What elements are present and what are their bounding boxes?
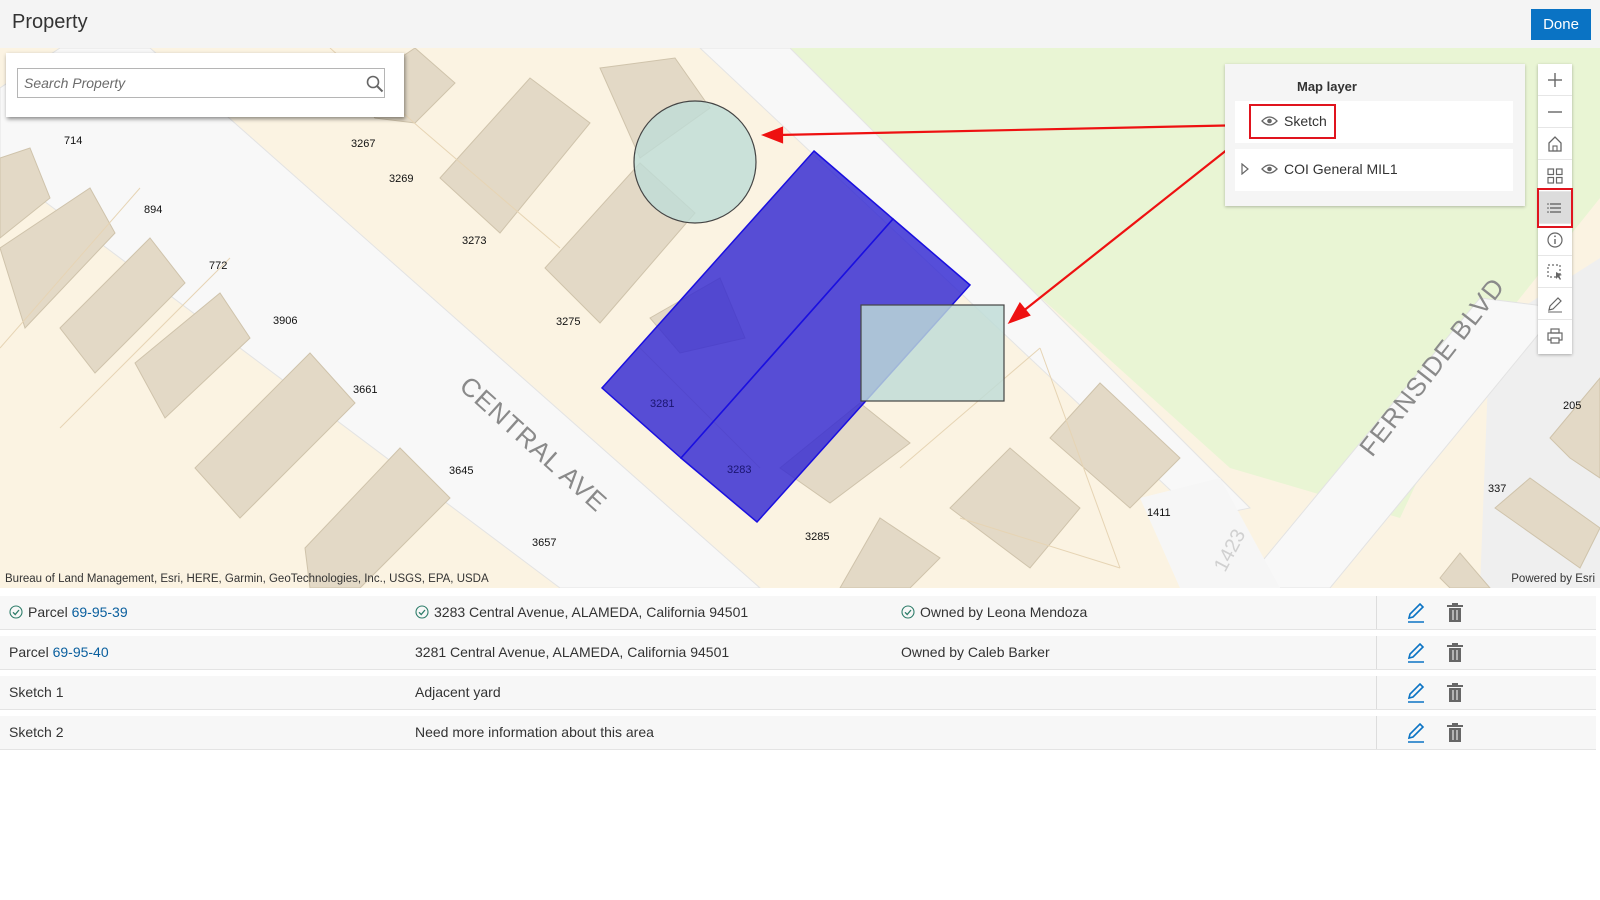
delete-trash-icon[interactable] xyxy=(1444,722,1466,744)
row-col1: Parcel 69-95-40 xyxy=(9,644,109,660)
layer-panel-title: Map layer xyxy=(1297,79,1357,94)
row-description: Need more information about this area xyxy=(415,724,654,740)
row-divider xyxy=(1376,676,1377,709)
parcel-label: 3275 xyxy=(556,316,580,328)
row-address: 3283 Central Avenue, ALAMEDA, California… xyxy=(434,604,749,620)
home-icon xyxy=(1548,135,1562,152)
parcel-label: 337 xyxy=(1488,483,1506,495)
search-input[interactable] xyxy=(17,68,385,98)
delete-trash-icon[interactable] xyxy=(1444,642,1466,664)
row-type-label: Sketch 1 xyxy=(9,684,64,700)
parcel-label: 3269 xyxy=(389,173,413,185)
check-circle-icon xyxy=(901,605,915,619)
parcel-label: 3906 xyxy=(273,315,297,327)
chevron-right-icon[interactable] xyxy=(1241,163,1249,175)
table-row[interactable]: Parcel 69-95-40 3281 Central Avenue, ALA… xyxy=(0,636,1596,670)
eye-icon[interactable] xyxy=(1261,163,1278,175)
row-type-label: Parcel xyxy=(28,604,72,620)
parcel-label: 3283 xyxy=(727,464,751,476)
row-address: 3281 Central Avenue, ALAMEDA, California… xyxy=(415,644,730,660)
parcel-label: 3285 xyxy=(805,531,829,543)
info-button[interactable] xyxy=(1538,224,1572,256)
row-col3: Owned by Leona Mendoza xyxy=(901,604,1087,620)
row-owner: Owned by Caleb Barker xyxy=(901,644,1050,660)
edit-pencil-icon[interactable] xyxy=(1405,682,1427,704)
parcel-link[interactable]: 69-95-39 xyxy=(72,604,128,620)
row-type-label: Parcel xyxy=(9,644,53,660)
parcel-label: 894 xyxy=(144,204,162,216)
row-divider xyxy=(1376,716,1377,749)
edit-pencil-icon[interactable] xyxy=(1405,642,1427,664)
row-col2: 3283 Central Avenue, ALAMEDA, California… xyxy=(415,604,748,620)
parcel-label: 3657 xyxy=(532,537,556,549)
highlight-box-layer-list xyxy=(1537,188,1573,228)
table-row[interactable]: Parcel 69-95-39 3283 Central Avenue, ALA… xyxy=(0,596,1596,630)
row-owner: Owned by Leona Mendoza xyxy=(920,604,1088,620)
row-col1: Parcel 69-95-39 xyxy=(9,604,128,620)
row-type-label: Sketch 2 xyxy=(9,724,64,740)
parcel-label: 205 xyxy=(1563,400,1581,412)
sketch-rectangle-shape[interactable] xyxy=(860,304,1005,402)
basemap-gallery-icon xyxy=(1547,167,1563,184)
check-circle-icon xyxy=(9,605,23,619)
print-button[interactable] xyxy=(1538,320,1572,352)
parcel-label: 772 xyxy=(209,260,227,272)
search-panel xyxy=(6,53,404,117)
parcel-label: 3267 xyxy=(351,138,375,150)
layer-item-coi-general[interactable]: COI General MIL1 xyxy=(1235,149,1513,191)
home-button[interactable] xyxy=(1538,128,1572,160)
powered-by-esri[interactable]: Powered by Esri xyxy=(1475,573,1600,585)
done-button[interactable]: Done xyxy=(1531,9,1591,40)
parcel-label: 3273 xyxy=(462,235,486,247)
zoom-in-button[interactable] xyxy=(1538,64,1572,96)
check-circle-icon xyxy=(415,605,429,619)
print-icon xyxy=(1547,328,1563,344)
layer-label: COI General MIL1 xyxy=(1284,161,1398,177)
edit-pencil-icon[interactable] xyxy=(1405,602,1427,624)
parcel-link[interactable]: 69-95-40 xyxy=(53,644,109,660)
app-header: Property Done xyxy=(0,0,1600,49)
zoom-out-button[interactable] xyxy=(1538,96,1572,128)
row-divider xyxy=(1376,596,1377,629)
edit-pencil-icon[interactable] xyxy=(1405,722,1427,744)
page-title: Property xyxy=(12,11,88,33)
sketch-button[interactable] xyxy=(1538,288,1572,320)
map-attribution: Bureau of Land Management, Esri, HERE, G… xyxy=(5,573,489,585)
parcel-label: 3661 xyxy=(353,384,377,396)
zoom-in-icon xyxy=(1548,72,1562,87)
sketch-pencil-icon xyxy=(1548,296,1562,312)
table-row[interactable]: Sketch 2 Need more information about thi… xyxy=(0,716,1596,750)
parcel-label: 1411 xyxy=(1147,507,1171,519)
sketch-circle-shape[interactable] xyxy=(633,100,757,224)
select-icon xyxy=(1547,263,1562,280)
info-icon xyxy=(1547,231,1563,248)
parcel-label: 714 xyxy=(64,135,82,147)
table-row[interactable]: Sketch 1 Adjacent yard xyxy=(0,676,1596,710)
select-button[interactable] xyxy=(1538,256,1572,288)
highlight-box-sketch-layer xyxy=(1249,104,1336,139)
parcel-label: 3645 xyxy=(449,465,473,477)
delete-trash-icon[interactable] xyxy=(1444,682,1466,704)
row-divider xyxy=(1376,636,1377,669)
delete-trash-icon[interactable] xyxy=(1444,602,1466,624)
parcel-label: 3281 xyxy=(650,398,674,410)
zoom-out-icon xyxy=(1548,110,1562,113)
search-icon[interactable] xyxy=(366,75,384,93)
row-description: Adjacent yard xyxy=(415,684,501,700)
